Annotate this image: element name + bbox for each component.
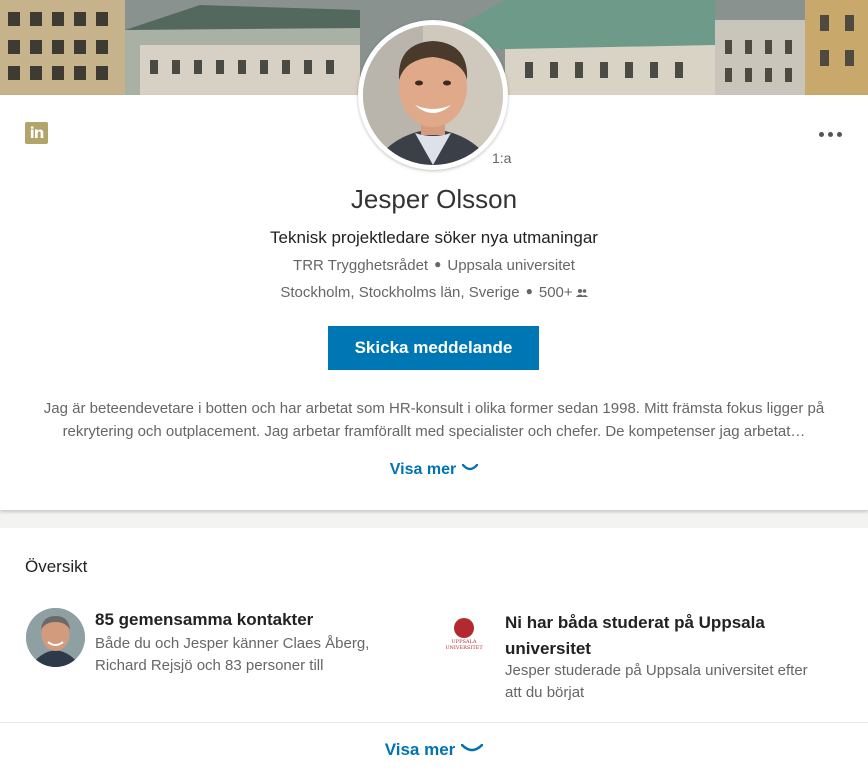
profile-avatar[interactable]	[363, 25, 503, 165]
show-more-summary-link[interactable]: Visa mer	[0, 461, 868, 479]
profile-meta-work-education: TRR Trygghetsrådet ● Uppsala universitet	[0, 257, 868, 274]
separator-dot: ●	[525, 284, 533, 298]
overview-title: Översikt	[25, 557, 88, 576]
more-options-icon[interactable]	[816, 122, 844, 146]
profile-summary: Jag är beteendevetare i botten och har a…	[43, 400, 825, 440]
university-logo[interactable]: UPPSALA UNIVERSITET	[444, 618, 484, 658]
chevron-down-icon	[462, 464, 479, 471]
profile-headline: Teknisk projektledare söker nya utmaning…	[270, 228, 598, 247]
separator-dot: ●	[434, 257, 442, 271]
people-icon	[575, 289, 588, 297]
show-more-label: Visa mer	[389, 461, 457, 478]
show-more-label: Visa mer	[384, 740, 456, 759]
mutual-connections-description: Både du och Jesper känner Claes Åberg, R…	[95, 635, 370, 674]
shared-school-description: Jesper studerade på Uppsala universitet …	[505, 662, 808, 701]
profile-meta-location: Stockholm, Stockholms län, Sverige ● 500+	[0, 284, 868, 301]
profile-location: Stockholm, Stockholms län, Sverige	[280, 284, 520, 301]
shared-school-title[interactable]: Ni har båda studerat på Uppsala universi…	[505, 610, 805, 662]
connections-count[interactable]: 500+	[539, 284, 573, 301]
divider	[0, 722, 868, 723]
chevron-down-icon	[461, 744, 484, 752]
mutual-connections-title[interactable]: 85 gemensamma kontakter	[95, 610, 313, 630]
connection-degree: 1:a	[492, 150, 512, 166]
send-message-button[interactable]: Skicka meddelande	[328, 326, 539, 370]
linkedin-logo-icon: in	[25, 122, 48, 144]
university-seal-icon	[454, 618, 474, 638]
university-logo-text: UPPSALA UNIVERSITET	[445, 639, 483, 651]
profile-name: Jesper Olsson	[350, 184, 518, 214]
show-more-overview-link[interactable]: Visa mer	[0, 740, 868, 760]
current-company[interactable]: TRR Trygghetsrådet	[293, 257, 428, 274]
education-school[interactable]: Uppsala universitet	[447, 257, 575, 274]
mutual-connection-avatar[interactable]	[26, 608, 85, 667]
